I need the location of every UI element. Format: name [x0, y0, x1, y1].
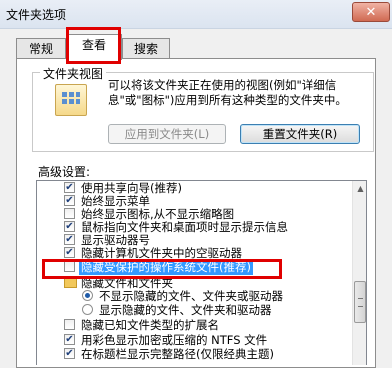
advanced-row-label: 在标题栏显示完整路径(仅限经典主题)	[81, 347, 274, 361]
scroll-up-arrow-icon[interactable]: ▲	[353, 181, 366, 197]
vertical-scrollbar[interactable]: ▲	[352, 181, 366, 365]
checkbox[interactable]: ✔	[64, 182, 75, 193]
checkbox[interactable]: ✔	[64, 195, 75, 206]
folder-view-icon	[55, 84, 87, 116]
title-bar: 文件夹选项 ✕	[0, 0, 392, 29]
advanced-settings-list[interactable]: ✔ 使用共享向导(推荐) ✔ 始终显示菜单 始终显示图标,从不显示缩略图 ✔ 鼠标指向文件夹…	[36, 180, 367, 365]
advanced-settings-label: 高级设置:	[38, 165, 91, 179]
window-title: 文件夹选项	[6, 8, 67, 22]
advanced-row-label: 隐藏受保护的操作系统文件(推荐)	[79, 260, 253, 275]
checkbox[interactable]: ✔	[64, 334, 75, 345]
tab-view[interactable]: 查看	[66, 34, 122, 60]
advanced-row-label: 用彩色显示加密或压缩的 NTFS 文件	[81, 333, 268, 347]
advanced-row-label: 隐藏已知文件类型的扩展名	[81, 318, 219, 332]
close-icon: ✕	[365, 5, 377, 20]
radio-button[interactable]	[82, 290, 93, 301]
advanced-row-label: 隐藏计算机文件夹中的空驱动器	[81, 246, 242, 260]
tab-general[interactable]: 常规	[16, 38, 66, 58]
checkbox[interactable]	[64, 208, 75, 219]
close-button[interactable]: ✕	[352, 2, 390, 22]
checkbox[interactable]	[64, 261, 75, 272]
checkbox[interactable]: ✔	[64, 247, 75, 258]
folder-view-description: 可以将该文件夹正在使用的视图(例如"详细信息"或"图标")应用到所有这种类型的文…	[108, 78, 347, 107]
radio-button[interactable]	[82, 304, 93, 315]
checkbox[interactable]: ✔	[64, 348, 75, 359]
advanced-row-label: 显示隐藏的文件、文件夹和驱动器	[99, 303, 272, 317]
tab-search[interactable]: 搜索	[122, 38, 170, 58]
reset-folders-button[interactable]: 重置文件夹(R)	[240, 124, 360, 144]
checkbox[interactable]: ✔	[64, 234, 75, 245]
scrollbar-thumb[interactable]	[354, 281, 366, 323]
checkbox[interactable]: ✔	[64, 221, 75, 232]
advanced-row-label: 不显示隐藏的文件、文件夹或驱动器	[99, 289, 283, 303]
checkbox[interactable]	[64, 319, 75, 330]
apply-to-folders-button[interactable]: 应用到文件夹(L)	[108, 124, 226, 144]
folder-icon	[64, 277, 77, 288]
folder-view-heading: 文件夹视图	[40, 65, 107, 82]
